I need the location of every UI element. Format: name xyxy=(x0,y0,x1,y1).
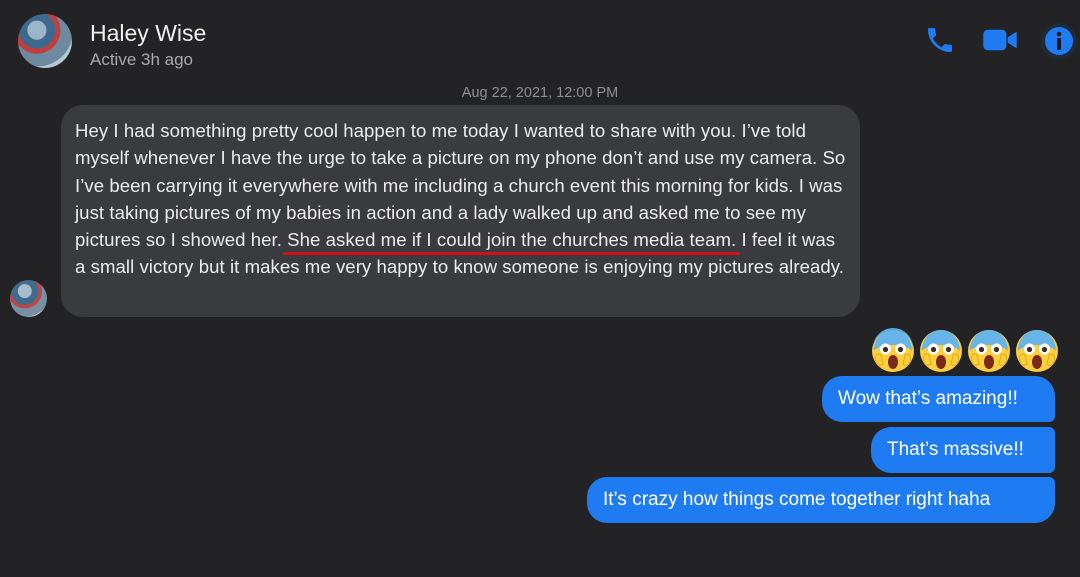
chat-header: Haley Wise Active 3h ago xyxy=(0,0,1080,80)
screaming-face-emoji-icon xyxy=(920,330,962,372)
message-timestamp: Aug 22, 2021, 12:00 PM xyxy=(461,85,619,101)
phone-icon[interactable] xyxy=(924,24,956,56)
info-icon[interactable] xyxy=(1040,22,1078,60)
sender-avatar[interactable] xyxy=(10,280,47,317)
outgoing-message-bubble[interactable]: That’s massive!! xyxy=(871,427,1055,473)
screaming-face-emoji-icon xyxy=(968,330,1010,372)
incoming-message-bubble[interactable]: Hey I had something pretty cool happen t… xyxy=(61,105,860,317)
contact-avatar[interactable] xyxy=(18,14,72,68)
contact-name[interactable]: Haley Wise xyxy=(90,20,206,47)
screaming-face-emoji-icon xyxy=(1016,330,1058,372)
incoming-message-text: Hey I had something pretty cool happen t… xyxy=(75,117,846,281)
video-icon[interactable] xyxy=(982,24,1018,56)
underlined-highlight: She asked me if I could join the churche… xyxy=(287,229,737,251)
outgoing-message-bubble[interactable]: Wow that’s amazing!! xyxy=(822,376,1055,422)
contact-status: Active 3h ago xyxy=(90,50,194,69)
screaming-face-emoji-icon xyxy=(872,328,914,372)
emoji-reactions xyxy=(870,328,1060,374)
outgoing-message-bubble[interactable]: It’s crazy how things come together righ… xyxy=(587,477,1055,523)
